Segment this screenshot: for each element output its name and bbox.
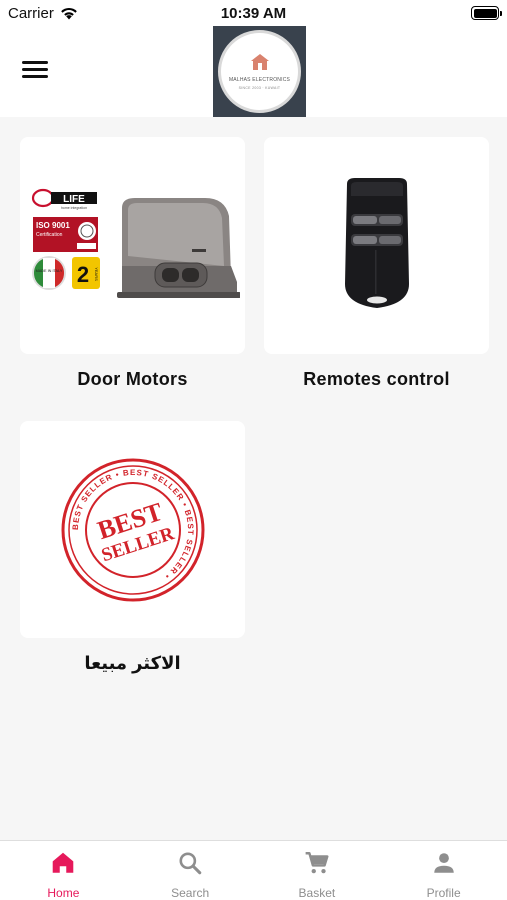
tab-label: Basket: [298, 886, 336, 900]
warranty-unit-text: YEARS: [94, 267, 99, 281]
remote-control-image: [344, 177, 409, 308]
category-label: الاكثر مبيعا: [84, 653, 181, 673]
category-card[interactable]: LIFE home integration ISO 9001 Certifica…: [20, 137, 245, 354]
motor-unit-illustration: [117, 197, 240, 298]
tab-basket[interactable]: Basket: [254, 841, 381, 900]
house-icon: [250, 54, 269, 70]
warranty-number-text: 2: [77, 262, 89, 287]
tab-home[interactable]: Home: [0, 841, 127, 900]
menu-line-icon: [22, 61, 48, 64]
tab-label: Profile: [426, 886, 461, 900]
iso-certification-badge: ISO 9001 Certification: [33, 216, 98, 252]
home-icon: [53, 852, 74, 873]
iso-sub-text: Certification: [36, 232, 63, 238]
life-brand-logo: LIFE home integration: [31, 188, 97, 210]
made-in-text: MADE IN ITALY: [36, 269, 63, 273]
app-header: MALHAS ELECTRONICS SINCE 2003 · KUWAIT: [0, 26, 507, 117]
iso-text: ISO 9001: [36, 221, 70, 230]
category-best-seller[interactable]: BEST SELLER • BEST SELLER • BEST SELLER …: [20, 421, 245, 674]
store-logo: MALHAS ELECTRONICS SINCE 2003 · KUWAIT: [213, 26, 306, 117]
tab-label: Home: [47, 886, 80, 900]
tab-label: Search: [171, 886, 210, 900]
tab-profile[interactable]: Profile: [380, 841, 507, 900]
status-bar: Carrier 10:39 AM: [0, 0, 507, 26]
best-seller-stamp-image: BEST SELLER • BEST SELLER • BEST SELLER …: [61, 458, 204, 601]
bottom-tab-bar: Home Search Basket Profile: [0, 840, 507, 900]
door-motor-image: LIFE home integration ISO 9001 Certifica…: [31, 188, 240, 298]
tab-search[interactable]: Search: [127, 841, 254, 900]
search-icon: [179, 852, 202, 875]
hamburger-menu-button[interactable]: [22, 61, 48, 81]
logo-subtitle: SINCE 2003 · KUWAIT: [238, 86, 281, 90]
made-in-italy-badge: MADE IN ITALY: [32, 255, 66, 290]
category-label: Door Motors: [77, 369, 188, 389]
category-door-motors[interactable]: LIFE home integration ISO 9001 Certifica…: [20, 137, 245, 390]
category-remotes-control[interactable]: Remotes control: [264, 137, 489, 390]
category-card[interactable]: [264, 137, 489, 354]
menu-line-icon: [22, 68, 48, 71]
cart-icon: [305, 852, 329, 874]
clock: 10:39 AM: [220, 5, 287, 22]
person-icon: [433, 853, 454, 873]
menu-line-icon: [22, 75, 48, 78]
logo-name: MALHAS ELECTRONICS: [228, 77, 291, 83]
warranty-badge: 2 YEARS: [72, 256, 100, 289]
brand-tag-text: home integration: [61, 206, 87, 210]
category-label: Remotes control: [303, 369, 450, 389]
brand-text: LIFE: [63, 194, 85, 205]
logo-badge: MALHAS ELECTRONICS SINCE 2003 · KUWAIT: [218, 30, 301, 113]
battery-icon: [471, 6, 502, 20]
category-card[interactable]: BEST SELLER • BEST SELLER • BEST SELLER …: [20, 421, 245, 638]
